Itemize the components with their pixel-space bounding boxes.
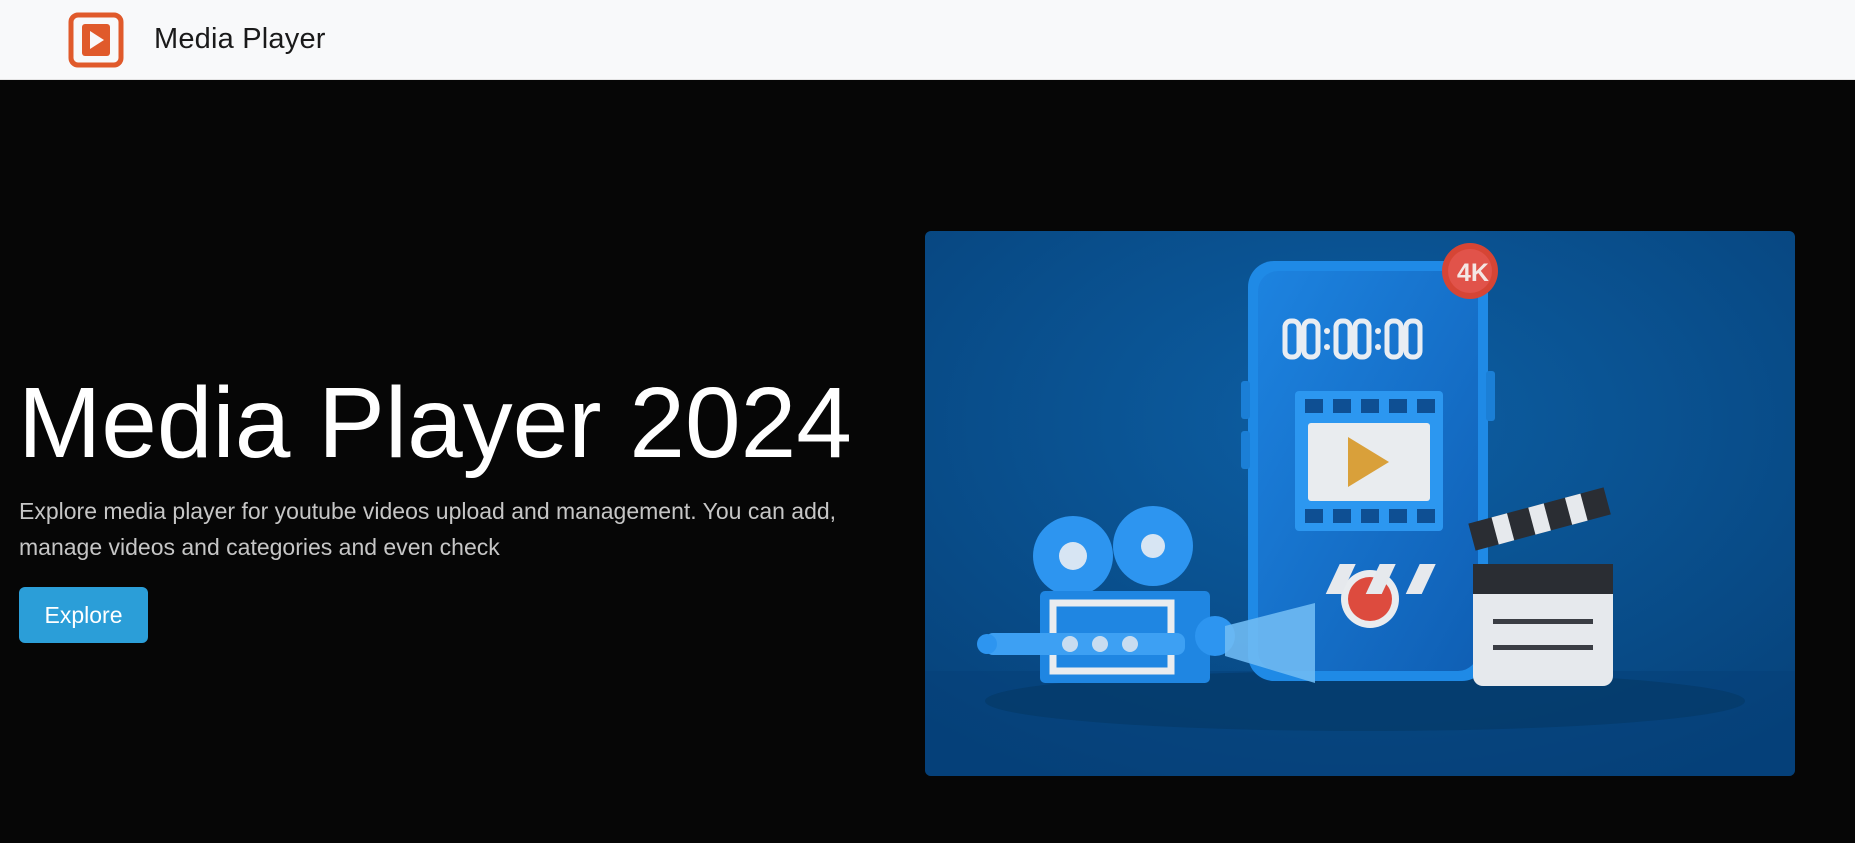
hero-section: Media Player 2024 Explore media player f… [0, 80, 1855, 843]
explore-button[interactable]: Explore [19, 587, 148, 643]
brand-name: Media Player [154, 23, 326, 55]
media-illustration-image: 4K [925, 231, 1795, 776]
badge-4k-text: 4K [1457, 259, 1489, 287]
brand-link[interactable]: Media Player [68, 12, 326, 68]
play-square-icon [68, 12, 124, 67]
navbar: Media Player [0, 0, 1855, 80]
hero-title: Media Player 2024 [18, 367, 852, 479]
hero-description: Explore media player for youtube videos … [19, 498, 837, 560]
